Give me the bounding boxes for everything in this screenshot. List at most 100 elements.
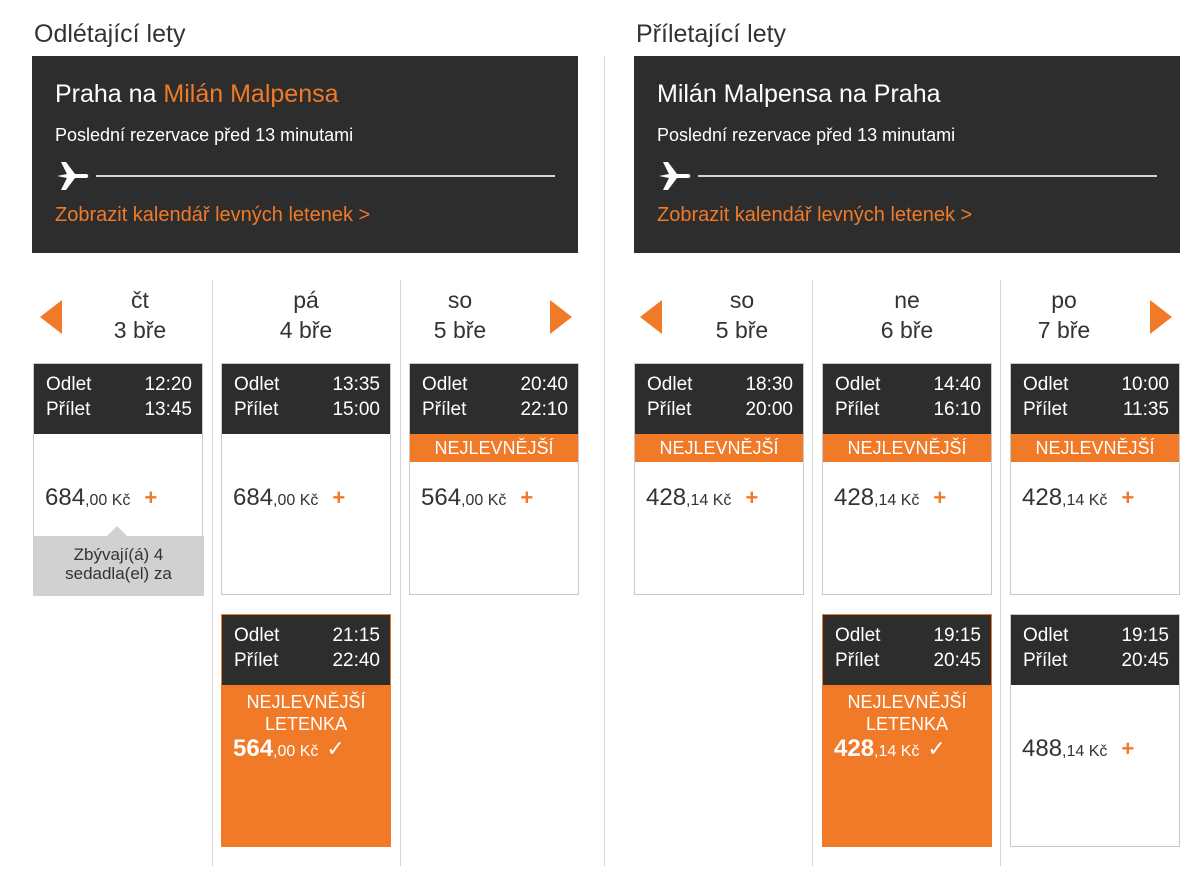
day-date: 5 bře — [715, 317, 769, 343]
price-integer: 428 — [1022, 484, 1063, 511]
flight-price: 564,00 Kč + — [421, 484, 533, 512]
cheapest-ticket-badge: NEJLEVNĚJŠÍ LETENKA — [222, 685, 390, 735]
price-decimal: ,14 Kč — [1062, 492, 1108, 509]
route-title: Milán Malpensa na Praha — [657, 80, 941, 108]
arrival-time: 20:00 — [745, 399, 793, 420]
flight-card[interactable]: Odlet 10:00 Přílet 11:35 NEJLEVNĚJŠÍ 428,1… — [1010, 363, 1180, 595]
departure-time: 20:40 — [520, 374, 568, 395]
add-icon[interactable]: + — [332, 485, 345, 510]
prev-days-arrow-icon[interactable] — [640, 300, 662, 334]
departure-time: 13:35 — [332, 374, 380, 395]
price-integer: 684 — [45, 484, 86, 511]
arrival-label: Přílet — [1023, 399, 1068, 420]
departure-time: 14:40 — [933, 374, 981, 395]
route-line — [96, 175, 555, 177]
day-date: 6 bře — [880, 317, 934, 343]
airplane-icon — [57, 162, 89, 190]
badge-line: LETENKA — [264, 714, 348, 734]
day-of-week: pá — [293, 287, 319, 313]
add-icon[interactable]: + — [144, 485, 157, 510]
add-icon[interactable]: + — [933, 485, 946, 510]
column-divider — [1000, 280, 1001, 866]
flight-times: Odlet 19:15 Přílet 20:45 — [1011, 615, 1179, 685]
add-icon[interactable]: + — [745, 485, 758, 510]
flight-times: Odlet 14:40 Přílet 16:10 — [823, 364, 991, 434]
price-integer: 428 — [646, 484, 687, 511]
day-header[interactable]: čt 3 bře — [60, 285, 220, 345]
arrival-time: 22:40 — [332, 650, 380, 671]
departure-time: 19:15 — [933, 625, 981, 646]
flight-times: Odlet 20:40 Přílet 22:10 — [410, 364, 578, 434]
departure-label: Odlet — [1023, 374, 1069, 395]
departure-label: Odlet — [422, 374, 468, 395]
departure-label: Odlet — [647, 374, 693, 395]
arrival-label: Přílet — [647, 399, 692, 420]
add-icon[interactable]: + — [1121, 736, 1134, 761]
price-decimal: ,00 Kč — [273, 743, 319, 760]
prev-days-arrow-icon[interactable] — [40, 300, 62, 334]
flight-card[interactable]: Odlet 18:30 Přílet 20:00 NEJLEVNĚJŠÍ 428,1… — [634, 363, 804, 595]
badge-line: NEJLEVNĚJŠÍ — [847, 692, 967, 712]
flight-card[interactable]: Odlet 14:40 Přílet 16:10 NEJLEVNĚJŠÍ 428,1… — [822, 363, 992, 595]
day-of-week: ne — [894, 287, 920, 313]
flight-card[interactable]: Odlet 13:35 Přílet 15:00 684,00 Kč + — [221, 363, 391, 595]
cheapest-badge: NEJLEVNĚJŠÍ — [410, 434, 578, 462]
badge-line: LETENKA — [865, 714, 949, 734]
day-header[interactable]: po 7 bře — [984, 285, 1144, 345]
arrival-time: 20:45 — [933, 650, 981, 671]
flight-card[interactable]: Odlet 19:15 Přílet 20:45 488,14 Kč + — [1010, 614, 1180, 847]
add-icon[interactable]: + — [1121, 485, 1134, 510]
column-divider — [400, 280, 401, 866]
price-decimal: ,00 Kč — [85, 492, 131, 509]
next-days-arrow-icon[interactable] — [550, 300, 572, 334]
flight-card[interactable]: Odlet 20:40 Přílet 22:10 NEJLEVNĚJŠÍ 564,0… — [409, 363, 579, 595]
next-days-arrow-icon[interactable] — [1150, 300, 1172, 334]
flight-card-selected[interactable]: Odlet 21:15 Přílet 22:40 NEJLEVNĚJŠÍ LETEN… — [221, 614, 391, 847]
cheapest-ticket-badge: NEJLEVNĚJŠÍ LETENKA — [823, 685, 991, 735]
flight-times: Odlet 10:00 Přílet 11:35 — [1011, 364, 1179, 434]
section-title: Příletající lety — [636, 20, 787, 48]
arrival-label: Přílet — [46, 399, 91, 420]
section-title: Odlétající lety — [34, 20, 186, 48]
price-decimal: ,14 Kč — [874, 743, 920, 760]
flight-price: 488,14 Kč + — [1022, 735, 1134, 763]
route-header: Milán Malpensa na Praha Poslední rezerva… — [634, 56, 1180, 253]
seats-left-tooltip: Zbývají(á) 4 sedadla(el) za — [33, 526, 204, 596]
day-header[interactable]: pá 4 bře — [226, 285, 386, 345]
departure-label: Odlet — [46, 374, 92, 395]
departure-label: Odlet — [835, 625, 881, 646]
flight-times: Odlet 13:35 Přílet 15:00 — [222, 364, 390, 434]
departure-time: 18:30 — [745, 374, 793, 395]
flight-price: 684,00 Kč + — [233, 484, 345, 512]
flight-card-selected[interactable]: Odlet 19:15 Přílet 20:45 NEJLEVNĚJŠÍ LETEN… — [822, 614, 992, 847]
cheap-calendar-link[interactable]: Zobrazit kalendář levných letenek > — [55, 204, 370, 227]
add-icon[interactable]: + — [520, 485, 533, 510]
flight-times: Odlet 21:15 Přílet 22:40 — [222, 615, 390, 685]
last-booking-text: Poslední rezervace před 13 minutami — [657, 125, 956, 145]
cheap-calendar-link[interactable]: Zobrazit kalendář levných letenek > — [657, 204, 972, 227]
day-of-week: po — [1051, 287, 1077, 313]
column-divider — [212, 280, 213, 866]
cheapest-badge: NEJLEVNĚJŠÍ — [1011, 434, 1179, 462]
arrival-label: Přílet — [422, 399, 467, 420]
day-header[interactable]: ne 6 bře — [827, 285, 987, 345]
price-decimal: ,00 Kč — [273, 492, 319, 509]
flight-times: Odlet 19:15 Přílet 20:45 — [823, 615, 991, 685]
day-of-week: so — [729, 287, 755, 313]
day-header[interactable]: so 5 bře — [380, 285, 540, 345]
flight-price: 428,14 Kč ✓ — [834, 735, 946, 763]
day-header[interactable]: so 5 bře — [662, 285, 822, 345]
route-line — [698, 175, 1157, 177]
departure-time: 10:00 — [1121, 374, 1169, 395]
flight-price: 564,00 Kč ✓ — [233, 735, 345, 763]
route-title: Praha na Milán Malpensa — [55, 80, 339, 109]
arrival-time: 15:00 — [332, 399, 380, 420]
checkmark-icon: ✓ — [326, 736, 345, 761]
arrival-label: Přílet — [1023, 650, 1068, 671]
price-integer: 428 — [834, 484, 875, 511]
column-divider — [812, 280, 813, 866]
departure-label: Odlet — [234, 625, 280, 646]
route-header: Praha na Milán Malpensa Poslední rezerva… — [32, 56, 578, 253]
departure-label: Odlet — [1023, 625, 1069, 646]
day-date: 4 bře — [279, 317, 333, 343]
